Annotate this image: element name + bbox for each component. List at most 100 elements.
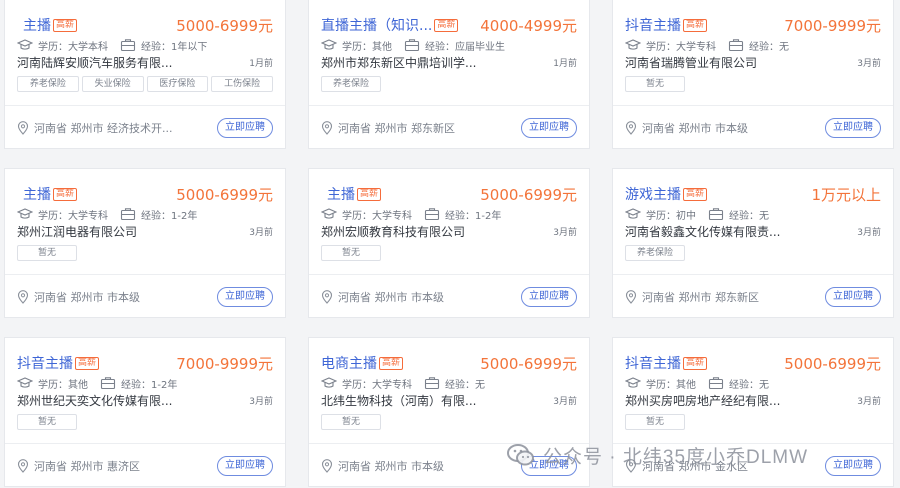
location-pin-icon [625, 290, 637, 304]
experience: 经验：1-2年 [121, 379, 178, 391]
briefcase-icon [120, 207, 136, 221]
post-time: 3月前 [857, 58, 881, 69]
education: 学历：初中 [646, 210, 696, 222]
education: 学历：其他 [646, 379, 696, 391]
benefit-tag: 暂无 [625, 414, 685, 430]
job-location: 河南省 郑州市 市本级 [338, 460, 444, 473]
job-card[interactable]: 游戏主播 高薪 1万元以上 学历：初中 经验：无 河南省毅鑫文化传媒有限责...… [612, 168, 894, 318]
briefcase-icon [100, 376, 116, 390]
graduation-cap-icon [625, 207, 641, 221]
company-name[interactable]: 河南省瑞腾管业有限公司 [625, 54, 757, 71]
apply-button[interactable]: 立即应聘 [217, 118, 273, 138]
briefcase-icon [728, 38, 744, 52]
experience: 经验：1-2年 [141, 210, 198, 222]
benefit-tag: 失业保险 [81, 76, 144, 92]
divider [613, 105, 893, 106]
briefcase-icon [708, 376, 724, 390]
company-name[interactable]: 北纬生物科技（河南）有限... [321, 392, 476, 409]
job-card[interactable]: 主播 高薪 5000-6999元 学历：大学专科 经验：1-2年 郑州宏顺教育科… [308, 168, 590, 318]
benefit-tags: 暂无 [17, 245, 273, 262]
job-card[interactable]: 直播主播（知识... 高薪 4000-4999元 学历：其他 经验：应届毕业生 … [308, 0, 590, 149]
benefit-tag: 工伤保险 [211, 76, 273, 92]
education: 学历：大学专科 [342, 210, 412, 222]
education: 学历：大学专科 [38, 210, 108, 222]
job-title[interactable]: 抖音主播 [625, 15, 681, 35]
high-salary-badge: 高薪 [357, 187, 382, 201]
high-salary-badge: 高薪 [683, 187, 708, 201]
apply-button[interactable]: 立即应聘 [521, 287, 577, 307]
company-name[interactable]: 郑州买房吧房地产经纪有限... [625, 392, 780, 409]
graduation-cap-icon [17, 38, 33, 52]
salary: 5000-6999元 [784, 354, 881, 373]
salary: 1万元以上 [811, 185, 881, 204]
job-title[interactable]: 抖音主播 [625, 353, 681, 373]
benefit-tags: 养老保险 [321, 76, 577, 93]
job-title[interactable]: 直播主播（知识... [321, 15, 432, 35]
post-time: 3月前 [857, 227, 881, 238]
benefit-tags: 暂无 [625, 414, 881, 431]
benefit-tag: 暂无 [321, 245, 381, 261]
apply-button[interactable]: 立即应聘 [521, 118, 577, 138]
benefit-tag: 养老保险 [625, 245, 685, 261]
apply-button[interactable]: 立即应聘 [217, 456, 273, 476]
high-salary-badge: 高薪 [53, 187, 78, 201]
job-card[interactable]: 主播 高薪 5000-6999元 学历：大学专科 经验：1-2年 郑州江润电器有… [4, 168, 286, 318]
job-location: 河南省 郑州市 市本级 [642, 122, 748, 135]
experience: 经验：应届毕业生 [425, 41, 505, 53]
company-name[interactable]: 河南陆辉安顺汽车服务有限... [17, 54, 172, 71]
graduation-cap-icon [321, 38, 337, 52]
briefcase-icon [708, 207, 724, 221]
apply-button[interactable]: 立即应聘 [217, 287, 273, 307]
high-salary-badge: 高薪 [53, 18, 78, 32]
job-card[interactable]: 抖音主播 高薪 7000-9999元 学历：其他 经验：1-2年 郑州世纪天奕文… [4, 337, 286, 487]
apply-button[interactable]: 立即应聘 [825, 456, 881, 476]
benefit-tag: 暂无 [625, 76, 685, 92]
location-pin-icon [17, 459, 29, 473]
job-card[interactable]: 主播 高薪 5000-6999元 学历：大学本科 经验：1年以下 河南陆辉安顺汽… [4, 0, 286, 149]
job-card[interactable]: 抖音主播 高薪 7000-9999元 学历：大学专科 经验：无 河南省瑞腾管业有… [612, 0, 894, 149]
experience: 经验：1年以下 [141, 41, 208, 53]
job-title[interactable]: 主播 [327, 184, 355, 204]
job-title[interactable]: 电商主播 [321, 353, 377, 373]
company-name[interactable]: 郑州世纪天奕文化传媒有限... [17, 392, 172, 409]
company-name[interactable]: 郑州市郑东新区中鼎培训学... [321, 54, 476, 71]
education: 学历：大学专科 [646, 41, 716, 53]
company-name[interactable]: 河南省毅鑫文化传媒有限责... [625, 223, 780, 240]
company-name[interactable]: 郑州宏顺教育科技有限公司 [321, 223, 465, 240]
watermark-text: 公众号 · 北纬35度小乔DLMW [543, 446, 809, 468]
graduation-cap-icon [17, 207, 33, 221]
divider [613, 274, 893, 275]
apply-button[interactable]: 立即应聘 [825, 118, 881, 138]
location-pin-icon [321, 121, 333, 135]
salary: 4000-4999元 [480, 16, 577, 35]
post-time: 1月前 [553, 58, 577, 69]
post-time: 3月前 [553, 396, 577, 407]
benefit-tag: 暂无 [17, 414, 77, 430]
job-title[interactable]: 主播 [23, 15, 51, 35]
benefit-tag: 养老保险 [321, 76, 381, 92]
benefit-tags: 暂无 [321, 414, 577, 431]
salary: 5000-6999元 [176, 16, 273, 35]
apply-button[interactable]: 立即应聘 [825, 287, 881, 307]
job-title[interactable]: 主播 [23, 184, 51, 204]
education: 学历：大学本科 [38, 41, 108, 53]
high-salary-badge: 高薪 [75, 356, 100, 370]
benefit-tag: 养老保险 [17, 76, 79, 92]
job-location: 河南省 郑州市 郑东新区 [642, 291, 759, 304]
job-title[interactable]: 游戏主播 [625, 184, 681, 204]
experience: 经验：无 [729, 379, 769, 391]
benefit-tags: 暂无 [625, 76, 881, 93]
experience: 经验：1-2年 [445, 210, 502, 222]
post-time: 3月前 [249, 396, 273, 407]
company-name[interactable]: 郑州江润电器有限公司 [17, 223, 137, 240]
graduation-cap-icon [625, 376, 641, 390]
salary: 7000-9999元 [176, 354, 273, 373]
high-salary-badge: 高薪 [379, 356, 404, 370]
benefit-tags: 养老保险 失业保险 医疗保险 工伤保险 [17, 76, 273, 93]
divider [5, 274, 285, 275]
graduation-cap-icon [321, 376, 337, 390]
benefit-tag: 暂无 [321, 414, 381, 430]
job-title[interactable]: 抖音主播 [17, 353, 73, 373]
benefit-tags: 暂无 [321, 245, 577, 262]
watermark: 公众号 · 北纬35度小乔DLMW [507, 440, 808, 470]
